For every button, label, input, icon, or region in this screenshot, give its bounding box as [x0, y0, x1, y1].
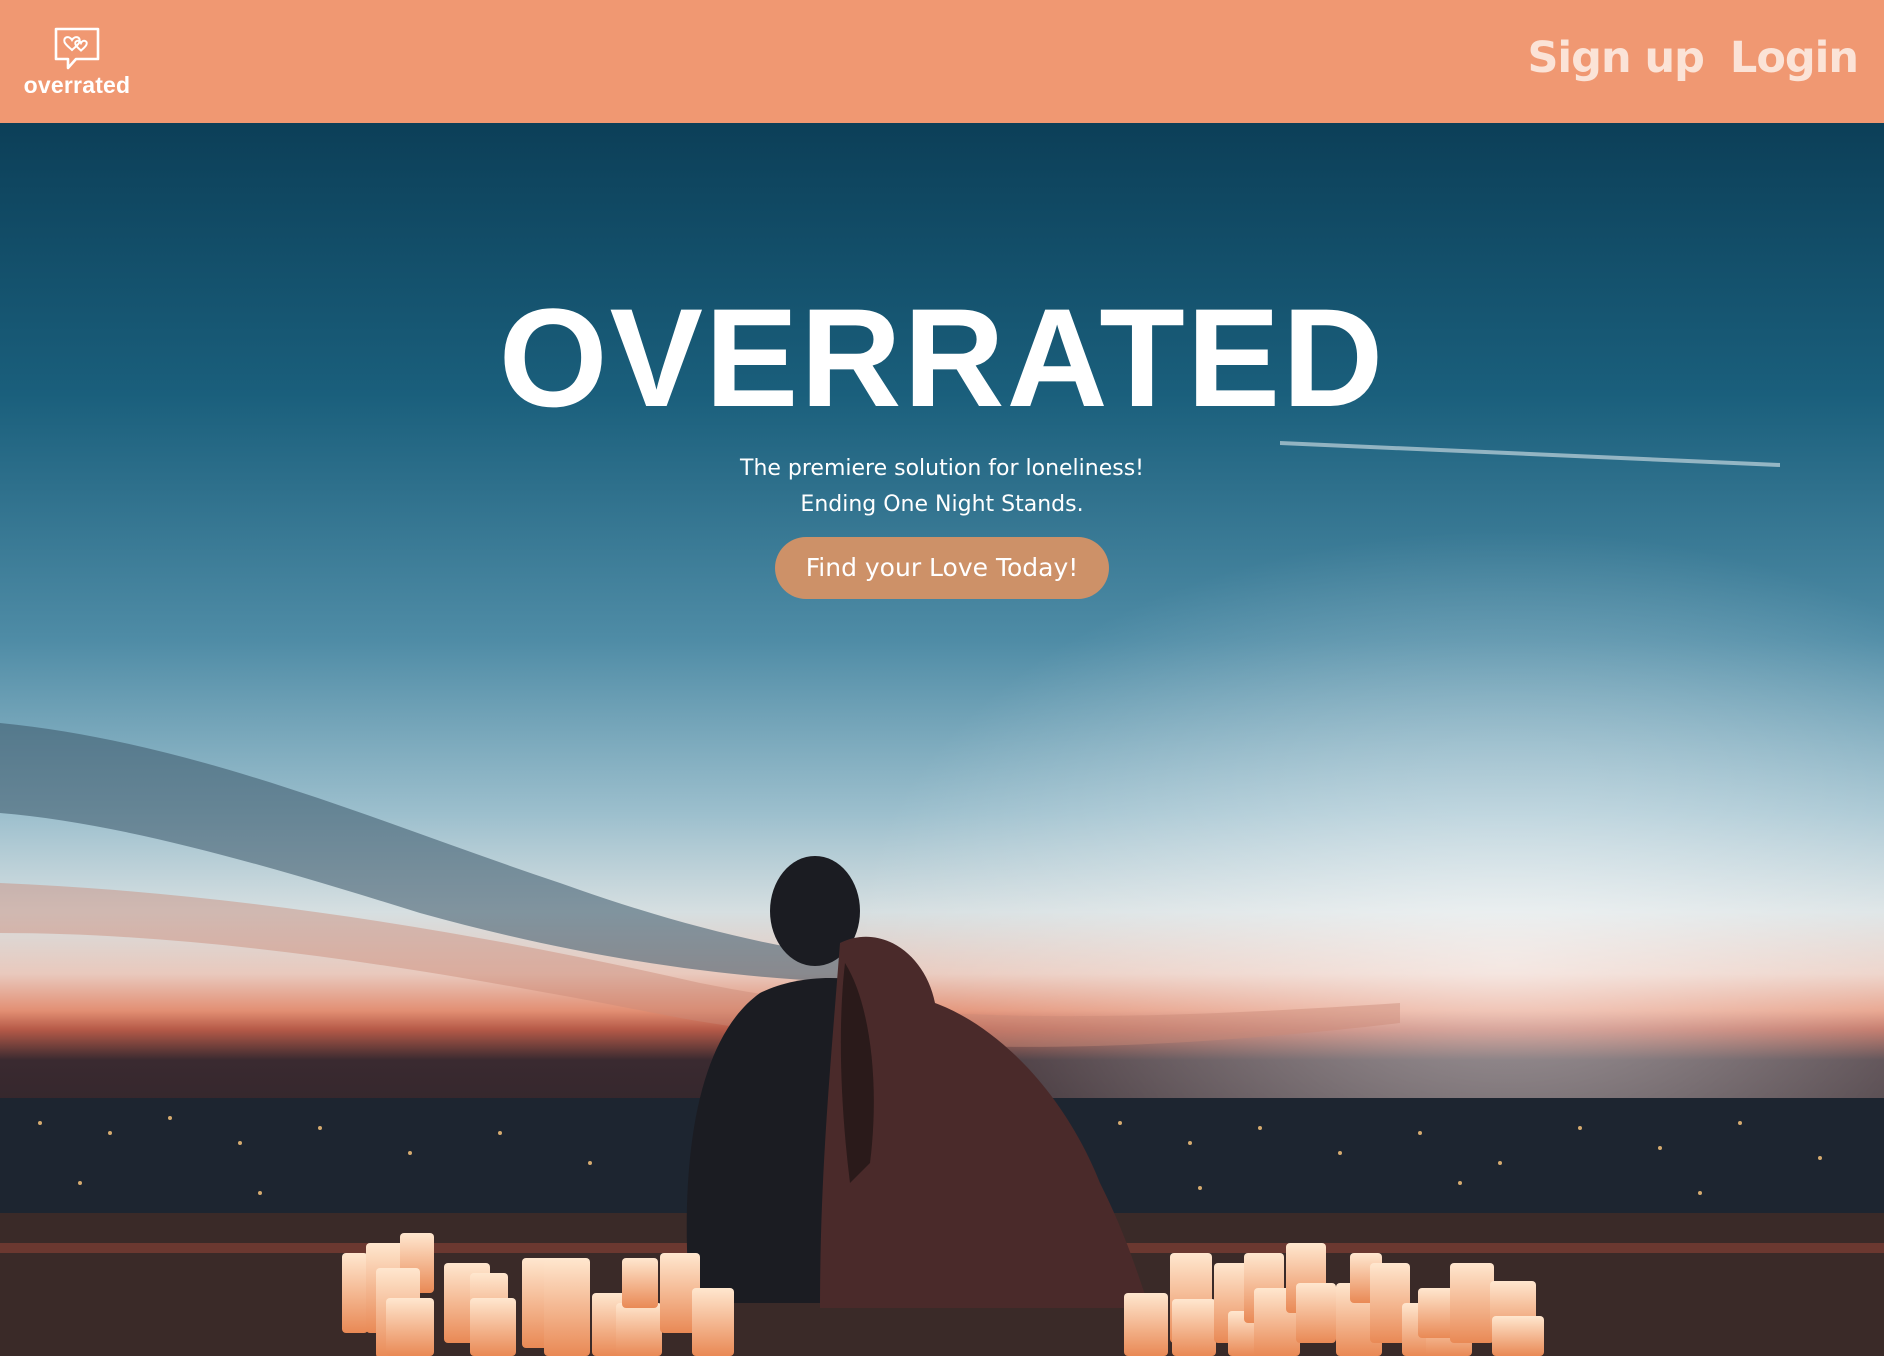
top-navbar: overrated Sign up Login — [0, 0, 1884, 123]
signup-link[interactable]: Sign up — [1527, 28, 1704, 88]
logo-text: overrated — [23, 72, 131, 98]
chat-bubble-hearts-icon — [54, 27, 100, 70]
find-love-button[interactable]: Find your Love Today! — [775, 537, 1109, 599]
login-link[interactable]: Login — [1730, 28, 1859, 88]
hero-title: OVERRATED — [498, 279, 1386, 436]
hero-subtitle-line-2: Ending One Night Stands. — [800, 492, 1084, 517]
hero-section: OVERRATED The premiere solution for lone… — [0, 123, 1884, 1356]
hero-subtitle-line-1: The premiere solution for loneliness! — [740, 456, 1144, 481]
nav-links: Sign up Login — [1527, 28, 1859, 88]
hero-content: OVERRATED The premiere solution for lone… — [0, 283, 1884, 599]
logo-link[interactable]: overrated — [20, 26, 134, 102]
hero-subtitle: The premiere solution for loneliness! En… — [0, 451, 1884, 523]
